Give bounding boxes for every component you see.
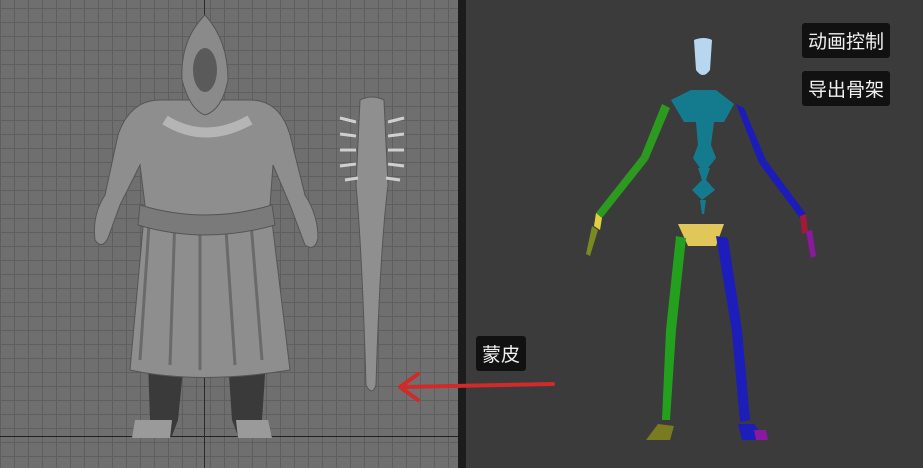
export-skeleton-button[interactable]: 导出骨架 bbox=[802, 71, 891, 106]
bone-chest bbox=[671, 90, 734, 122]
skin-annotation-label: 蒙皮 bbox=[476, 336, 527, 371]
viewport-skinned-mesh[interactable] bbox=[0, 0, 458, 468]
club-mesh bbox=[339, 96, 405, 392]
bone-head bbox=[694, 38, 712, 75]
character-mesh bbox=[94, 14, 405, 438]
viewport-divider[interactable] bbox=[458, 0, 466, 468]
animation-control-button[interactable]: 动画控制 bbox=[802, 23, 891, 58]
bone-spine-lower bbox=[692, 168, 715, 200]
bone-spine-upper bbox=[693, 122, 716, 168]
